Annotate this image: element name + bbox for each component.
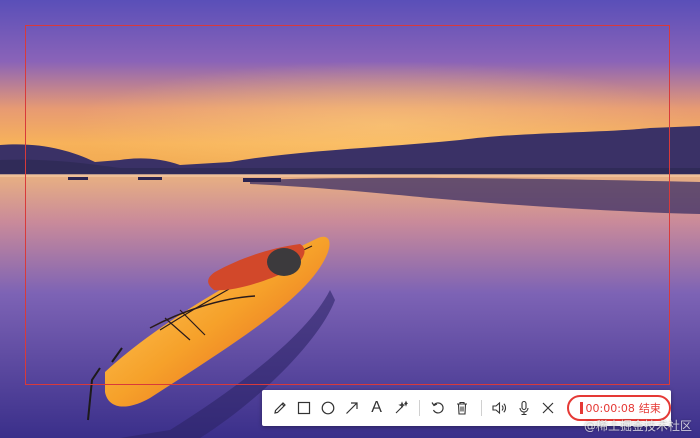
text-icon: A [371, 399, 382, 416]
arrow-tool-button[interactable] [341, 396, 364, 420]
magic-wand-icon [395, 400, 408, 414]
microphone-toggle[interactable] [512, 396, 535, 420]
recording-indicator [579, 402, 583, 414]
undo-icon [431, 402, 444, 414]
undo-button[interactable] [426, 396, 449, 420]
cancel-capture-button[interactable] [536, 396, 559, 420]
rectangle-tool-button[interactable] [292, 396, 315, 420]
pencil-tool-button[interactable] [268, 396, 291, 420]
circle-icon [321, 401, 335, 415]
stop-recording-label: 结束 [638, 402, 661, 415]
arrow-icon [346, 402, 358, 414]
rectangle-icon [297, 401, 310, 415]
delete-button[interactable] [451, 396, 474, 420]
toolbar-divider [480, 400, 482, 416]
system-audio-toggle[interactable] [488, 396, 511, 420]
text-tool-button[interactable]: A [365, 396, 388, 420]
watermark: @稀土掘金技术社区 [583, 419, 692, 433]
microphone-icon [519, 400, 529, 416]
circle-tool-button[interactable] [316, 396, 339, 420]
screen-capture-background [0, 0, 700, 438]
close-icon [542, 402, 554, 414]
pencil-icon [273, 402, 286, 414]
recording-timer: 00:00:08 [585, 401, 635, 415]
magic-wand-tool-button[interactable] [389, 396, 412, 420]
speaker-icon [492, 401, 507, 415]
toolbar-divider [419, 400, 421, 416]
trash-icon [457, 401, 468, 415]
